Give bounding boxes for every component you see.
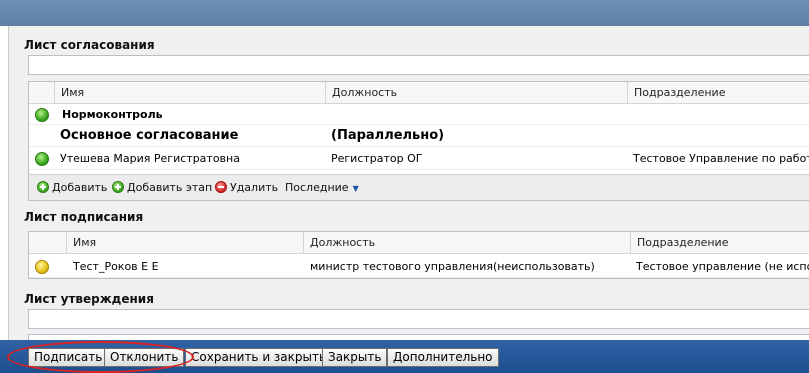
add-stage-button[interactable]: Добавить этап xyxy=(112,180,212,196)
cell-position: Регистратор ОГ xyxy=(331,152,423,165)
column-name-header[interactable]: Имя xyxy=(66,232,304,254)
more-button[interactable]: Дополнительно xyxy=(387,348,499,367)
table-row[interactable]: Утешева Мария Регистратовна Регистратор … xyxy=(29,147,809,170)
table-row[interactable]: Тест_Роков Е Е министр тестового управле… xyxy=(29,255,809,278)
column-position-header[interactable]: Должность xyxy=(303,232,631,254)
group-label: Нормоконтроль xyxy=(62,108,163,121)
cell-name: Утешева Мария Регистратовна xyxy=(60,152,240,165)
add-button[interactable]: Добавить xyxy=(37,180,107,196)
approval-toolbar: Добавить Добавить этап Удалить Последние… xyxy=(29,174,809,200)
save-and-close-button[interactable]: Сохранить и закрыть xyxy=(185,348,333,367)
group-mode: (Параллельно) xyxy=(331,128,445,143)
approval-final-sheet-title: Лист утверждения xyxy=(24,292,154,306)
highlight-oval xyxy=(7,341,194,373)
delete-icon xyxy=(215,181,227,193)
column-name-header[interactable]: Имя xyxy=(54,82,326,104)
recent-dropdown[interactable]: Последние ▼ xyxy=(285,180,359,196)
cell-name: Тест_Роков Е Е xyxy=(73,260,159,273)
column-department-header[interactable]: Подразделение xyxy=(630,232,809,254)
group-label: Основное согласование xyxy=(60,128,239,143)
status-green-icon xyxy=(35,152,49,166)
status-yellow-icon xyxy=(35,260,49,274)
column-position-header[interactable]: Должность xyxy=(325,82,628,104)
signing-grid: Имя Должность Подразделение Тест_Роков Е… xyxy=(28,231,809,279)
cell-position: министр тестового управления(неиспользов… xyxy=(310,260,595,273)
cell-department: Тестовое управление (не исполь: xyxy=(636,260,809,273)
chevron-down-icon: ▼ xyxy=(352,184,359,193)
cell-department: Тестовое Управление по работе с xyxy=(633,152,809,165)
signing-sheet-title: Лист подписания xyxy=(24,210,144,224)
approval-sheet-title: Лист согласования xyxy=(24,38,155,52)
delete-button[interactable]: Удалить xyxy=(215,180,278,196)
add-icon xyxy=(112,181,124,193)
approval-grid-header: Имя Должность Подразделение xyxy=(29,82,809,104)
group-row-normocontrol[interactable]: Нормоконтроль xyxy=(29,104,809,125)
approval-grid: Имя Должность Подразделение Нормоконтрол… xyxy=(28,81,809,201)
column-department-header[interactable]: Подразделение xyxy=(627,82,809,104)
status-green-icon xyxy=(35,108,49,122)
approval-final-input[interactable] xyxy=(28,309,809,329)
close-button[interactable]: Закрыть xyxy=(322,348,388,367)
top-header-bar xyxy=(0,0,809,26)
signing-grid-header: Имя Должность Подразделение xyxy=(29,232,809,254)
footer-action-bar: Подписать Отклонить Сохранить и закрыть … xyxy=(0,340,809,373)
group-row-main-approval[interactable]: Основное согласование (Параллельно) xyxy=(29,125,809,147)
add-icon xyxy=(37,181,49,193)
approval-sheet-input[interactable] xyxy=(28,55,809,75)
